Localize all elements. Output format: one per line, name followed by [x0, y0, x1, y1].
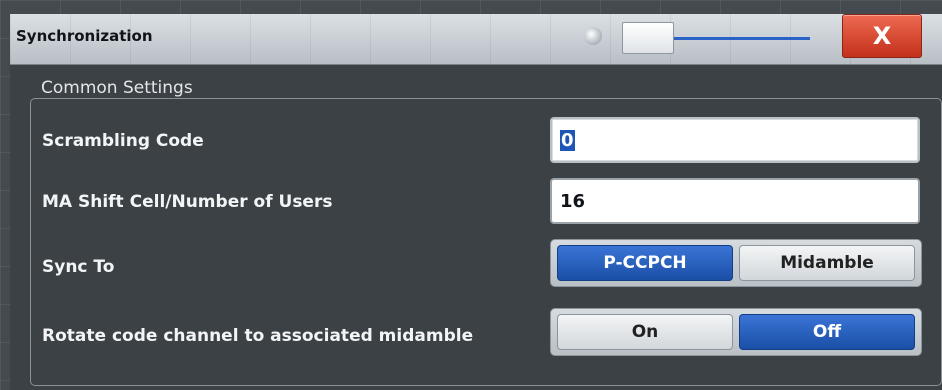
sync-to-pccpch-button[interactable]: P-CCPCH [557, 245, 733, 281]
ma-shift-label: MA Shift Cell/Number of Users [42, 192, 333, 212]
scrambling-code-value: 0 [560, 129, 575, 151]
rotate-code-toggle: On Off [550, 308, 922, 356]
ma-shift-value: 16 [560, 190, 586, 212]
sync-to-midamble-button[interactable]: Midamble [739, 245, 915, 281]
rotate-off-button[interactable]: Off [739, 314, 915, 350]
close-icon: X [872, 22, 892, 50]
ma-shift-input[interactable]: 16 [550, 178, 920, 224]
scrambling-code-input[interactable]: 0 [550, 117, 920, 163]
window-title: Synchronization [16, 27, 153, 45]
close-button[interactable]: X [842, 14, 922, 58]
scrambling-code-label: Scrambling Code [42, 131, 204, 151]
common-settings-title: Common Settings [38, 78, 196, 98]
rotate-on-button[interactable]: On [557, 314, 733, 350]
rotate-code-label: Rotate code channel to associated midamb… [42, 326, 474, 346]
sync-to-label: Sync To [42, 257, 115, 277]
sync-to-toggle: P-CCPCH Midamble [550, 239, 922, 287]
transparency-dot-icon [584, 27, 602, 45]
transparency-slider-track[interactable] [660, 37, 810, 40]
transparency-slider-handle[interactable] [622, 22, 674, 54]
